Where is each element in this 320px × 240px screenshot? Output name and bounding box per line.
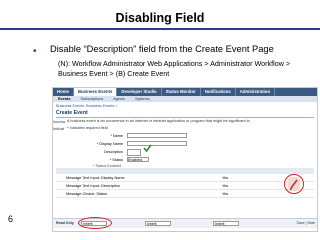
nav-tab-home[interactable]: Home [53,88,74,96]
navigation-path: (N): Workflow Administrator Web Applicat… [58,59,291,78]
slide-title: Disabling Field [115,11,205,25]
side-label-access: Access [53,120,66,124]
page-header: Create Event [56,110,88,116]
nav-tab-administration[interactable]: Administration [236,88,276,96]
name-label: * Name [110,134,123,138]
name-input[interactable] [127,133,187,138]
display-name-label: * Display Name [96,142,123,146]
status-select-value: Enabled [128,157,142,162]
embedded-screenshot: Home Business Events Developer Studio St… [52,87,318,232]
top-navigation: Home Business Events Developer Studio St… [53,88,317,96]
row-value: Yes [222,176,229,180]
title-rule [0,28,320,30]
side-label-indicator: Indicat [53,127,65,131]
required-field-note: * Indicates required field [67,126,108,130]
header-rule [56,117,314,118]
nav-tab-status-monitor[interactable]: Status Monitor [162,88,201,96]
nav-tab-developer-studio[interactable]: Developer Studio [117,88,162,96]
read-only-label: Read Only [56,221,74,225]
row-value: Yes [222,192,229,196]
sub-tab-subscriptions[interactable]: Subscriptions [75,96,108,102]
sub-tab-events[interactable]: Events [53,96,75,102]
breadcrumb[interactable]: Business Events: Business Events > [56,104,118,108]
bullet-marker: • [33,46,37,57]
sub-navigation: Events Subscriptions Agents Systems [53,96,317,102]
row-value: Yes [222,184,229,188]
sub-tab-systems[interactable]: Systems [130,96,155,102]
highlight-ring-edit [284,174,304,194]
row-label: Message Text Input: Description [66,184,120,188]
table-row: Message Text Input: Description Yes [56,183,314,190]
description-input[interactable] [127,149,141,156]
display-name-input[interactable] [127,141,187,146]
description-label: Description [104,150,123,154]
page-number: 6 [8,214,14,224]
row-label: Message Text Input: Display Name [66,176,125,180]
row-label: Message Choice: Status [66,192,108,196]
status-label: * Status [109,158,123,162]
bullet-text: Disable “Description” field from the Cre… [50,44,274,54]
checkmark-icon [143,144,152,152]
nav-tab-business-events[interactable]: Business Events [73,88,118,96]
event-description-text: A business event is an occurrence in an … [67,119,250,123]
table-row: Message Text Input: Display Name Yes [56,175,314,182]
nav-tab-notifications[interactable]: Notifications [201,88,236,96]
bar-actions[interactable]: Save | Hide [296,221,315,225]
highlight-ring-read-only [78,217,112,229]
personalization-section-header [56,168,314,174]
inherit-select-3[interactable]: Inherit [213,221,239,226]
table-row: Message Choice: Status Yes [56,191,314,198]
sub-tab-agents[interactable]: Agents [108,96,130,102]
inherit-select-2[interactable]: Inherit [145,221,171,226]
